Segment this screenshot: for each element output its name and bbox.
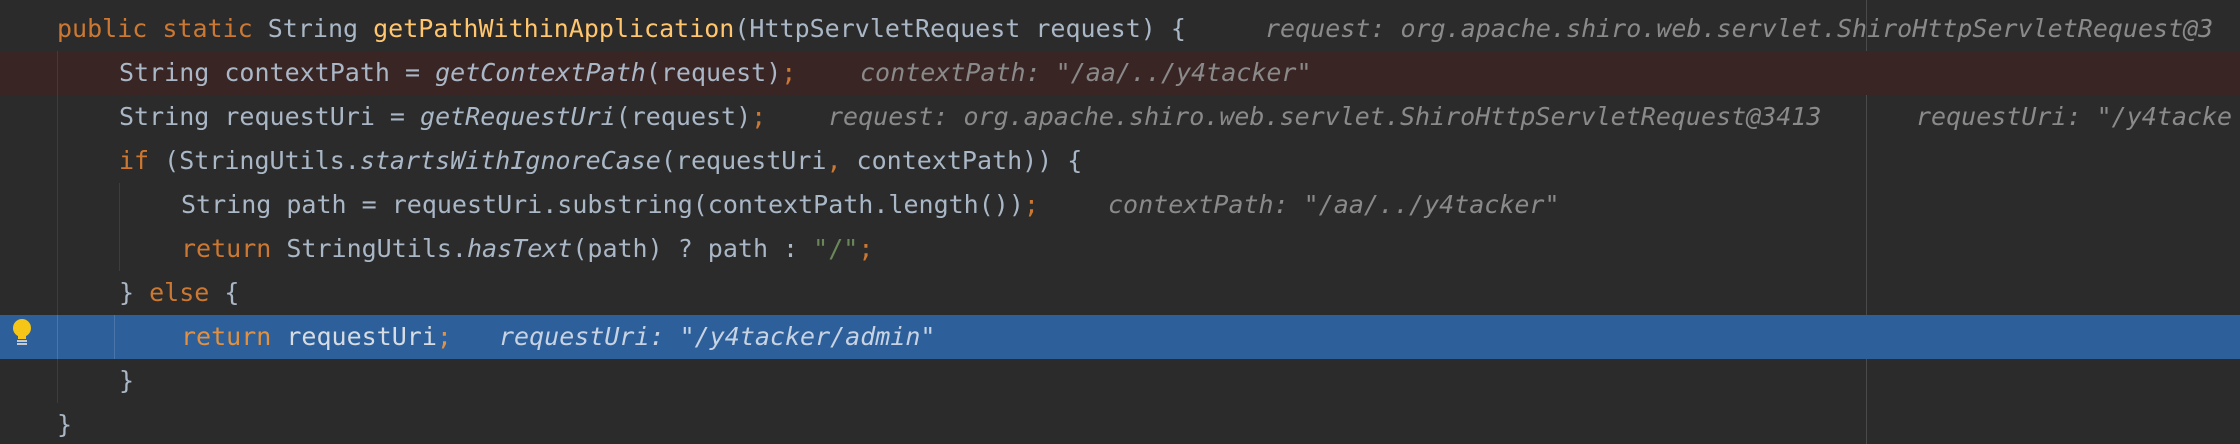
comma: , bbox=[826, 146, 842, 175]
method-params: (HttpServletRequest request) { bbox=[734, 14, 1186, 43]
closing-brace: } bbox=[119, 278, 150, 307]
code-editor[interactable]: public static String getPathWithinApplic… bbox=[0, 0, 2240, 444]
get-context-path-call[interactable]: getContextPath bbox=[435, 58, 646, 87]
inlay-hint-context-path: contextPath: "/aa/../y4tacker" bbox=[860, 58, 1312, 87]
request-uri-declaration: String requestUri = getRequestUri(reques… bbox=[119, 95, 766, 139]
keyword-static: static bbox=[162, 14, 253, 43]
string-literal-slash: "/" bbox=[813, 234, 859, 263]
ternary-expression: (path) ? path : bbox=[572, 234, 814, 263]
code-line-2[interactable]: String contextPath = getContextPath(requ… bbox=[0, 51, 2240, 95]
if-condition-prefix: (StringUtils. bbox=[149, 146, 360, 175]
indent-guide bbox=[57, 139, 58, 183]
indent-guide bbox=[57, 95, 58, 139]
inlay-hint-context-path: contextPath: "/aa/../y4tacker" bbox=[1108, 190, 1560, 219]
indent-guide bbox=[57, 51, 58, 95]
indent-guide bbox=[119, 183, 120, 227]
if-statement: if (StringUtils.startsWithIgnoreCase(req… bbox=[119, 139, 1082, 183]
code-line-8-execution-point[interactable]: return requestUri; requestUri: "/y4tacke… bbox=[0, 315, 2240, 359]
code-line-6[interactable]: return StringUtils.hasText(path) ? path … bbox=[0, 227, 2240, 271]
return-prefix: StringUtils. bbox=[271, 234, 467, 263]
lightbulb-icon[interactable] bbox=[9, 317, 35, 347]
semicolon: ; bbox=[751, 102, 767, 131]
declaration-text: String contextPath = bbox=[119, 58, 436, 87]
semicolon: ; bbox=[858, 234, 874, 263]
semicolon: ; bbox=[1023, 190, 1039, 219]
indent-guide bbox=[57, 359, 58, 403]
code-line-7[interactable]: } else { bbox=[0, 271, 2240, 315]
call-args: (request) bbox=[615, 102, 752, 131]
closing-brace: } bbox=[119, 366, 135, 395]
indent-guide bbox=[119, 227, 120, 271]
inlay-hint-request-uri: requestUri: "/y4tacke bbox=[1916, 102, 2233, 131]
semicolon: ; bbox=[781, 58, 797, 87]
call-args-rest: contextPath)) { bbox=[841, 146, 1083, 175]
else-statement: } else { bbox=[119, 271, 239, 315]
code-line-10[interactable]: } bbox=[0, 403, 2240, 444]
opening-brace: { bbox=[209, 278, 240, 307]
get-request-uri-call[interactable]: getRequestUri bbox=[420, 102, 616, 131]
indent-guide bbox=[57, 183, 58, 227]
closing-brace: } bbox=[57, 410, 73, 439]
keyword-public: public bbox=[57, 14, 148, 43]
return-path-statement: return StringUtils.hasText(path) ? path … bbox=[181, 227, 873, 271]
keyword-else: else bbox=[149, 278, 210, 307]
declaration-text: String requestUri = bbox=[119, 102, 421, 131]
path-code: String path = requestUri.substring(conte… bbox=[181, 190, 1024, 219]
request-uri-identifier[interactable]: requestUri bbox=[271, 322, 437, 351]
code-line-3[interactable]: String requestUri = getRequestUri(reques… bbox=[0, 95, 2240, 139]
inlay-hint-request-uri: requestUri: "/y4tacker/admin" bbox=[499, 322, 936, 351]
code-line-1[interactable]: public static String getPathWithinApplic… bbox=[0, 7, 2240, 51]
method-signature: public static String getPathWithinApplic… bbox=[57, 7, 1186, 51]
keyword-if: if bbox=[119, 146, 150, 175]
starts-with-ignore-case-call[interactable]: startsWithIgnoreCase bbox=[360, 146, 661, 175]
code-line-9[interactable]: } bbox=[0, 359, 2240, 403]
indent-guide bbox=[57, 227, 58, 271]
indent-guide bbox=[57, 271, 58, 315]
keyword-return: return bbox=[181, 322, 272, 351]
return-type: String bbox=[267, 14, 359, 43]
current-line-marker bbox=[52, 315, 115, 359]
code-line-4[interactable]: if (StringUtils.startsWithIgnoreCase(req… bbox=[0, 139, 2240, 183]
return-request-uri-statement: return requestUri; bbox=[181, 315, 452, 359]
inlay-hint-request: request: org.apache.shiro.web.servlet.Sh… bbox=[828, 102, 1822, 131]
inlay-hint-request: request: org.apache.shiro.web.servlet.Sh… bbox=[1265, 14, 2214, 43]
keyword-return: return bbox=[181, 234, 272, 263]
code-line-5[interactable]: String path = requestUri.substring(conte… bbox=[0, 183, 2240, 227]
context-path-declaration: String contextPath = getContextPath(requ… bbox=[119, 51, 796, 95]
call-args: (request) bbox=[645, 58, 782, 87]
method-name[interactable]: getPathWithinApplication bbox=[373, 14, 734, 43]
path-declaration: String path = requestUri.substring(conte… bbox=[181, 183, 1039, 227]
has-text-call[interactable]: hasText bbox=[467, 234, 572, 263]
semicolon: ; bbox=[436, 322, 452, 351]
call-args: (requestUri bbox=[660, 146, 827, 175]
